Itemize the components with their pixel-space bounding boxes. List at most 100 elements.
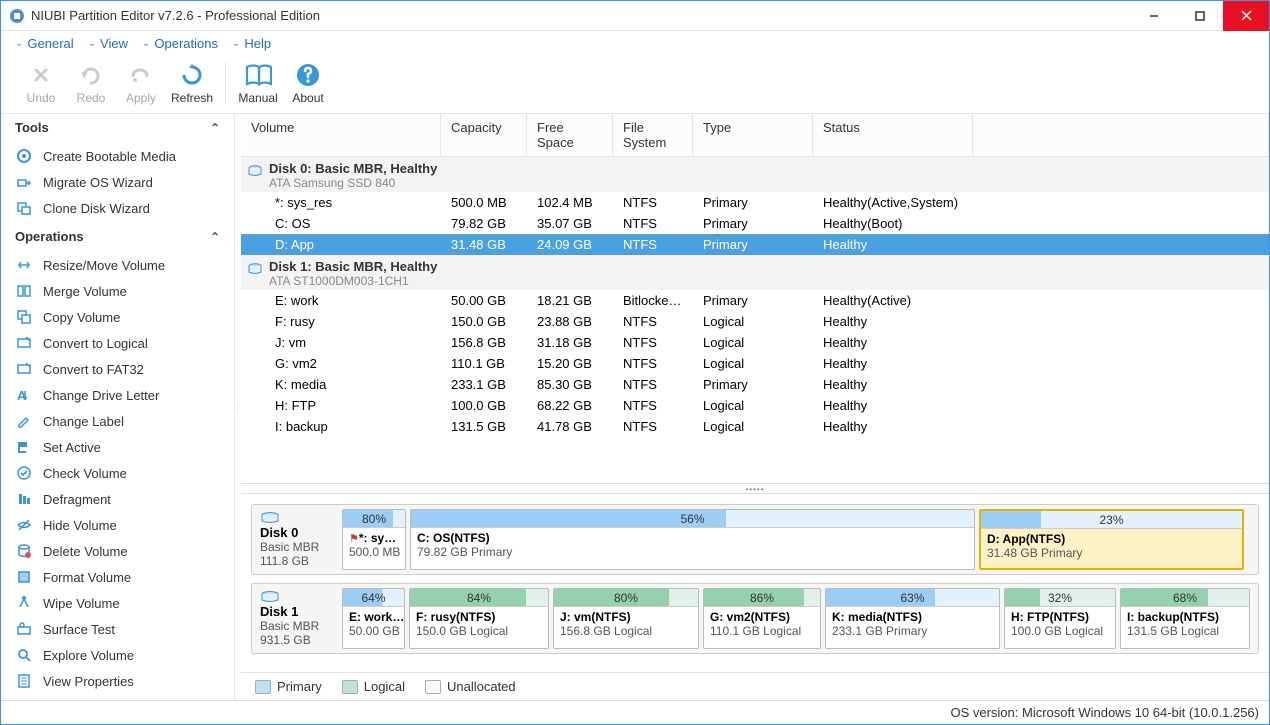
cell-status: Healthy xyxy=(813,354,973,373)
volume-row[interactable]: G: vm2 110.1 GB 15.20 GB NTFS Logical He… xyxy=(241,353,1269,374)
disk-header[interactable]: Disk 1: Basic MBR, HealthyATA ST1000DM00… xyxy=(241,255,1269,290)
sidebar-item-label: Delete Volume xyxy=(43,544,128,559)
col-free[interactable]: Free Space xyxy=(527,114,613,156)
partition-block[interactable]: 32% H: FTP(NTFS)100.0 GB Logical xyxy=(1004,588,1116,649)
close-button[interactable] xyxy=(1223,1,1269,31)
sidebar-op-item[interactable]: Explore Volume xyxy=(1,642,234,668)
volume-row[interactable]: K: media 233.1 GB 85.30 GB NTFS Primary … xyxy=(241,374,1269,395)
op-icon xyxy=(15,516,33,534)
cell-capacity: 100.0 GB xyxy=(441,396,527,415)
partition-label: *: sy… xyxy=(359,531,396,545)
partition-usage: 32% xyxy=(1048,591,1072,605)
partition-block[interactable]: 84% F: rusy(NTFS)150.0 GB Logical xyxy=(409,588,549,649)
col-fs[interactable]: File System xyxy=(613,114,693,156)
sidebar-op-item[interactable]: Copy Volume xyxy=(1,304,234,330)
cell-free: 15.20 GB xyxy=(527,354,613,373)
op-icon xyxy=(15,334,33,352)
sidebar-ops-header[interactable]: Operations⌃ xyxy=(1,223,234,250)
maximize-button[interactable] xyxy=(1177,1,1223,31)
legend: Primary Logical Unallocated xyxy=(241,672,1269,700)
titlebar: NIUBI Partition Editor v7.2.6 - Professi… xyxy=(1,1,1269,31)
sidebar-tool-item[interactable]: Clone Disk Wizard xyxy=(1,195,234,221)
sidebar-op-item[interactable]: Check Volume xyxy=(1,460,234,486)
op-icon xyxy=(15,490,33,508)
menu-help[interactable]: ⌄Help xyxy=(226,34,277,53)
col-status[interactable]: Status xyxy=(813,114,973,156)
cell-volume: H: FTP xyxy=(241,396,441,415)
col-capacity[interactable]: Capacity xyxy=(441,114,527,156)
cell-type: Primary xyxy=(693,193,813,212)
sidebar-op-item[interactable]: Delete Volume xyxy=(1,538,234,564)
sidebar-op-item[interactable]: Merge Volume xyxy=(1,278,234,304)
volume-row[interactable]: *: sys_res 500.0 MB 102.4 MB NTFS Primar… xyxy=(241,192,1269,213)
volume-row[interactable]: H: FTP 100.0 GB 68.22 GB NTFS Logical He… xyxy=(241,395,1269,416)
cell-fs: NTFS xyxy=(613,312,693,331)
sidebar-item-label: Set Active xyxy=(43,440,101,455)
sidebar-op-item[interactable]: Set Active xyxy=(1,434,234,460)
partition-block[interactable]: 68% I: backup(NTFS)131.5 GB Logical xyxy=(1120,588,1250,649)
apply-button[interactable]: Apply xyxy=(117,59,165,107)
volume-row[interactable]: D: App 31.48 GB 24.09 GB NTFS Primary He… xyxy=(241,234,1269,255)
menu-view[interactable]: ⌄View xyxy=(82,34,134,53)
sidebar-item-label: Convert to FAT32 xyxy=(43,362,144,377)
sidebar-op-item[interactable]: Hide Volume xyxy=(1,512,234,538)
cell-capacity: 156.8 GB xyxy=(441,333,527,352)
cell-status: Healthy(Active,System) xyxy=(813,193,973,212)
sidebar-item-label: Check Volume xyxy=(43,466,127,481)
sidebar-tools-header[interactable]: Tools⌃ xyxy=(1,114,234,141)
partition-block[interactable]: 86% G: vm2(NTFS)110.1 GB Logical xyxy=(703,588,821,649)
partition-block[interactable]: 63% K: media(NTFS)233.1 GB Primary xyxy=(825,588,1000,649)
sidebar-op-item[interactable]: Convert to Logical xyxy=(1,330,234,356)
volume-row[interactable]: I: backup 131.5 GB 41.78 GB NTFS Logical… xyxy=(241,416,1269,437)
horizontal-splitter[interactable]: ••••• xyxy=(241,484,1269,494)
sidebar-item-label: Convert to Logical xyxy=(43,336,148,351)
partition-block[interactable]: 80% ⚑*: sy…500.0 MB xyxy=(342,509,406,570)
cell-fs: NTFS xyxy=(613,354,693,373)
partition-block[interactable]: 23% D: App(NTFS)31.48 GB Primary xyxy=(979,509,1244,570)
partition-sub: 500.0 MB xyxy=(349,545,399,559)
menubar: ⌄General ⌄View ⌄Operations ⌄Help xyxy=(1,31,1269,55)
sidebar-op-item[interactable]: Change Label xyxy=(1,408,234,434)
disk-strip: Disk 1 Basic MBR 931.5 GB 64% E: work…50… xyxy=(251,583,1259,654)
volume-row[interactable]: C: OS 79.82 GB 35.07 GB NTFS Primary Hea… xyxy=(241,213,1269,234)
volume-row[interactable]: F: rusy 150.0 GB 23.88 GB NTFS Logical H… xyxy=(241,311,1269,332)
partition-sub: 100.0 GB Logical xyxy=(1011,624,1109,638)
cell-capacity: 500.0 MB xyxy=(441,193,527,212)
sidebar-item-label: Clone Disk Wizard xyxy=(43,201,150,216)
cell-free: 24.09 GB xyxy=(527,235,613,254)
menu-operations[interactable]: ⌄Operations xyxy=(136,34,224,53)
disk-header[interactable]: Disk 0: Basic MBR, HealthyATA Samsung SS… xyxy=(241,157,1269,192)
partition-label: F: rusy(NTFS) xyxy=(416,610,495,624)
partition-block[interactable]: 80% J: vm(NTFS)156.8 GB Logical xyxy=(553,588,699,649)
col-type[interactable]: Type xyxy=(693,114,813,156)
sidebar-op-item[interactable]: Resize/Move Volume xyxy=(1,252,234,278)
menu-general[interactable]: ⌄General xyxy=(9,34,80,53)
minimize-button[interactable] xyxy=(1131,1,1177,31)
refresh-icon xyxy=(178,61,206,89)
redo-button[interactable]: Redo xyxy=(67,59,115,107)
partition-block[interactable]: 64% E: work…50.00 GB xyxy=(342,588,405,649)
col-volume[interactable]: Volume xyxy=(241,114,441,156)
sidebar-tool-item[interactable]: Migrate OS Wizard xyxy=(1,169,234,195)
disk-info[interactable]: Disk 0 Basic MBR 111.8 GB xyxy=(252,505,342,574)
refresh-button[interactable]: Refresh xyxy=(167,59,217,107)
volume-row[interactable]: E: work 50.00 GB 18.21 GB Bitlocker E… P… xyxy=(241,290,1269,311)
undo-button[interactable]: Undo xyxy=(17,59,65,107)
volume-row[interactable]: J: vm 156.8 GB 31.18 GB NTFS Logical Hea… xyxy=(241,332,1269,353)
sidebar-op-item[interactable]: Format Volume xyxy=(1,564,234,590)
sidebar-op-item[interactable]: Wipe Volume xyxy=(1,590,234,616)
apply-icon xyxy=(127,61,155,89)
cell-type: Logical xyxy=(693,312,813,331)
partition-usage: 63% xyxy=(900,591,924,605)
sidebar-op-item[interactable]: Surface Test xyxy=(1,616,234,642)
sidebar-tool-item[interactable]: Create Bootable Media xyxy=(1,143,234,169)
partition-block[interactable]: 56% C: OS(NTFS)79.82 GB Primary xyxy=(410,509,975,570)
disk-info[interactable]: Disk 1 Basic MBR 931.5 GB xyxy=(252,584,342,653)
sidebar-op-item[interactable]: Convert to FAT32 xyxy=(1,356,234,382)
manual-button[interactable]: Manual xyxy=(234,59,282,107)
sidebar-op-item[interactable]: Defragment xyxy=(1,486,234,512)
about-button[interactable]: About xyxy=(284,59,332,107)
sidebar-op-item[interactable]: View Properties xyxy=(1,668,234,694)
disk-icon xyxy=(260,590,280,604)
sidebar-op-item[interactable]: A Change Drive Letter xyxy=(1,382,234,408)
